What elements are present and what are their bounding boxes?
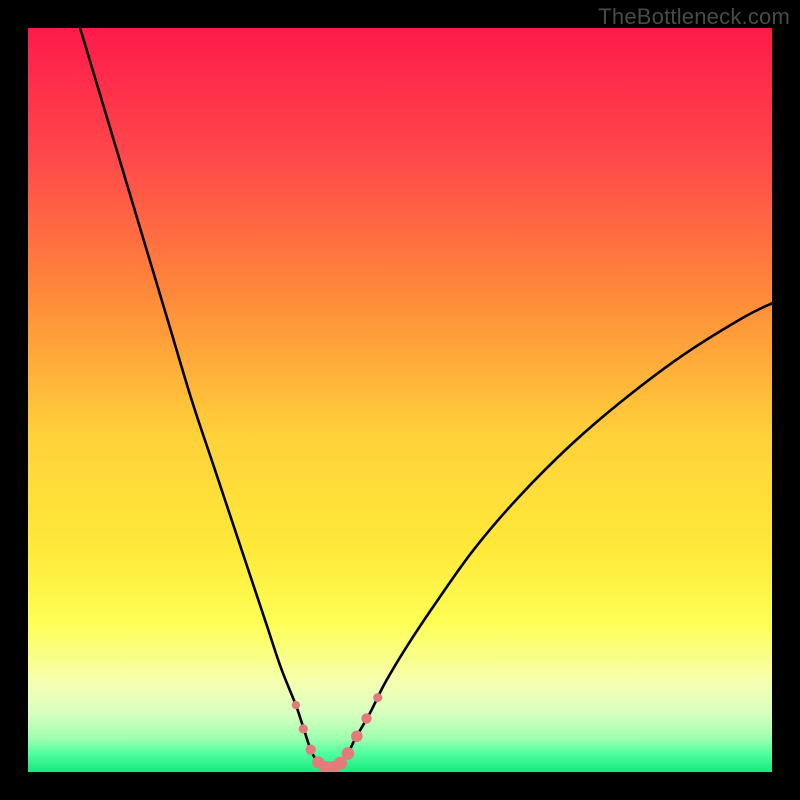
curve-marker: [373, 693, 382, 702]
curve-marker: [361, 713, 371, 723]
watermark-text: TheBottleneck.com: [598, 4, 790, 30]
curve-marker: [342, 747, 355, 760]
curve-layer: [28, 28, 772, 772]
plot-area: [28, 28, 772, 772]
curve-marker: [292, 701, 300, 709]
chart-container: TheBottleneck.com: [0, 0, 800, 800]
curve-marker: [351, 730, 363, 742]
curve-marker: [306, 744, 316, 754]
bottleneck-curve: [80, 28, 772, 768]
curve-marker: [299, 724, 308, 733]
